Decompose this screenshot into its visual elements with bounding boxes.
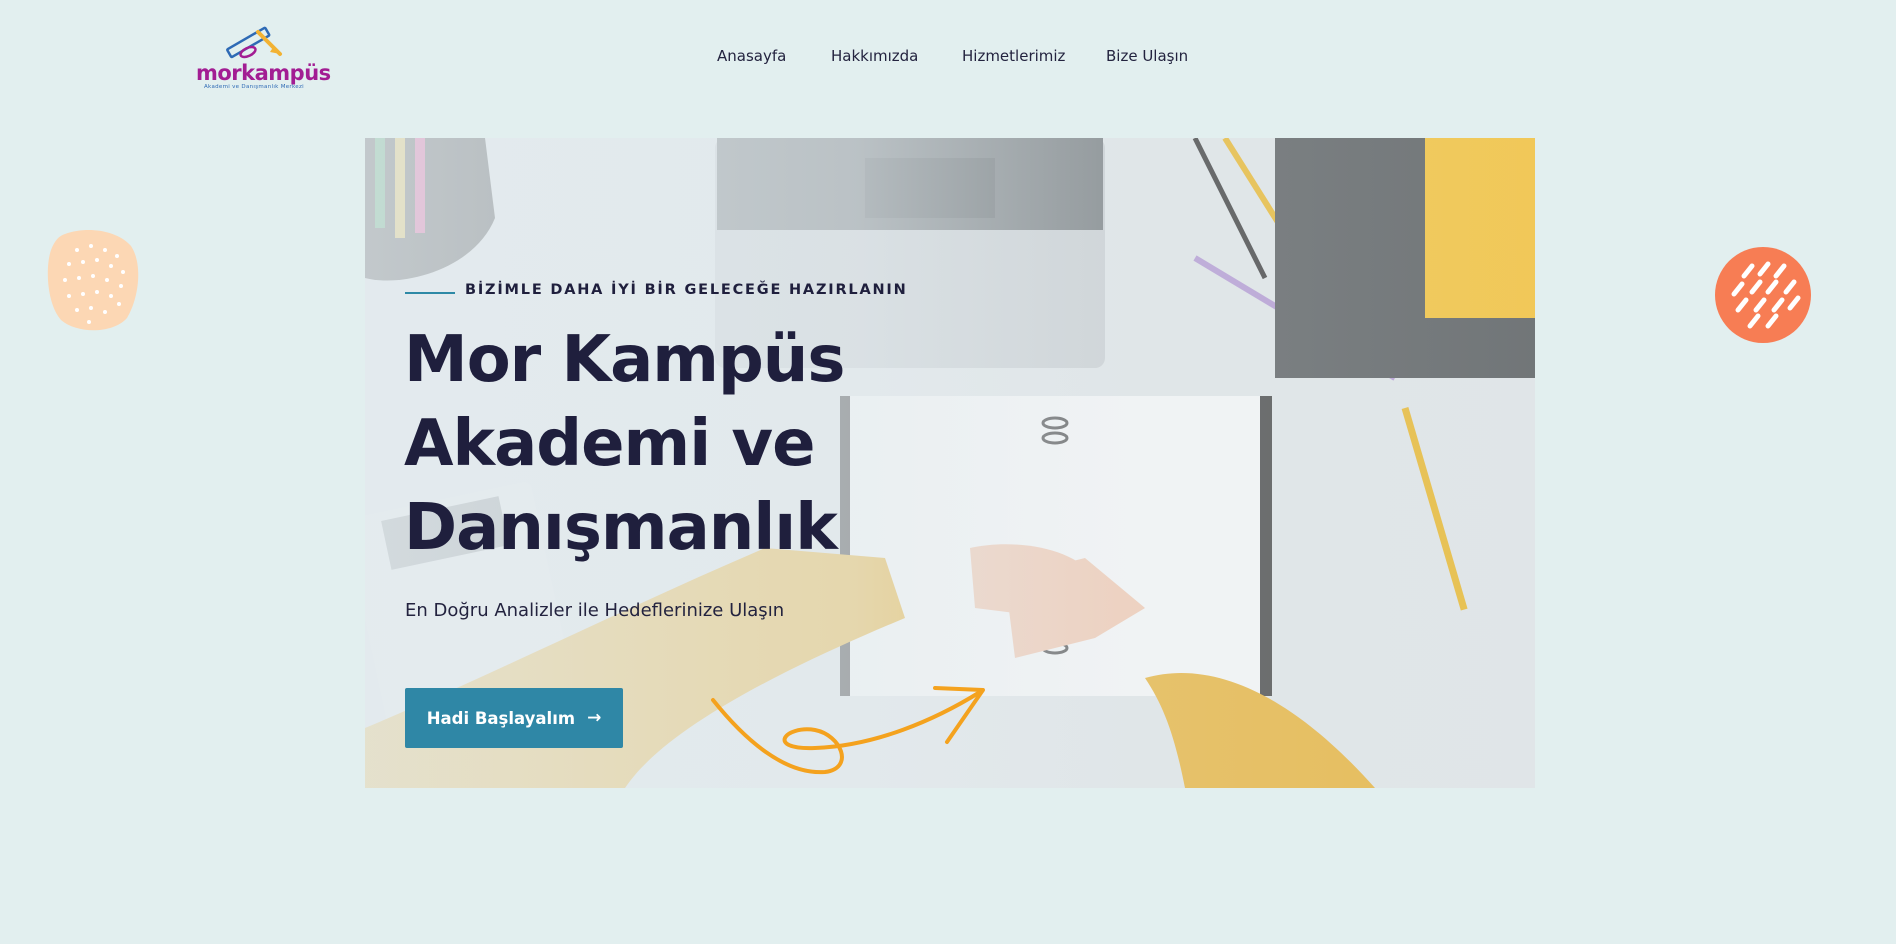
decor-striped-circle-right (1715, 247, 1811, 343)
decor-squiggle-arrow-icon (711, 686, 985, 775)
hero-title-line-3: Danışmanlık (404, 491, 838, 565)
hero-title-line-1: Mor Kampüs (404, 323, 845, 397)
arrow-right-icon: → (587, 708, 602, 728)
get-started-label: Hadi Başlayalım (426, 708, 576, 728)
eyebrow-line (405, 292, 455, 294)
nav-link-bize-ulasin[interactable]: Bize Ulaşın (1106, 47, 1188, 65)
decor-dotted-blob-left (47, 230, 139, 331)
nav-link-hakkimizda[interactable]: Hakkımızda (831, 47, 918, 65)
get-started-button[interactable]: Hadi Başlayalım → (405, 688, 623, 748)
hero-eyebrow-text: BİZİMLE DAHA İYİ BİR GELECEĞE HAZIRLANIN (465, 282, 908, 298)
main-nav: Anasayfa Hakkımızda Hizmetlerimiz Bize U… (0, 47, 1896, 67)
nav-link-anasayfa[interactable]: Anasayfa (717, 47, 786, 65)
hero-subtitle: En Doğru Analizler ile Hedeflerinize Ula… (405, 600, 785, 621)
hero-title: Mor Kampüs Akademi ve Danışmanlık (404, 318, 924, 570)
logo-tagline: Akademi ve Danışmanlık Merkezi (204, 84, 304, 90)
nav-link-hizmetlerimiz[interactable]: Hizmetlerimiz (962, 47, 1065, 65)
hero-title-line-2: Akademi ve (404, 407, 816, 481)
